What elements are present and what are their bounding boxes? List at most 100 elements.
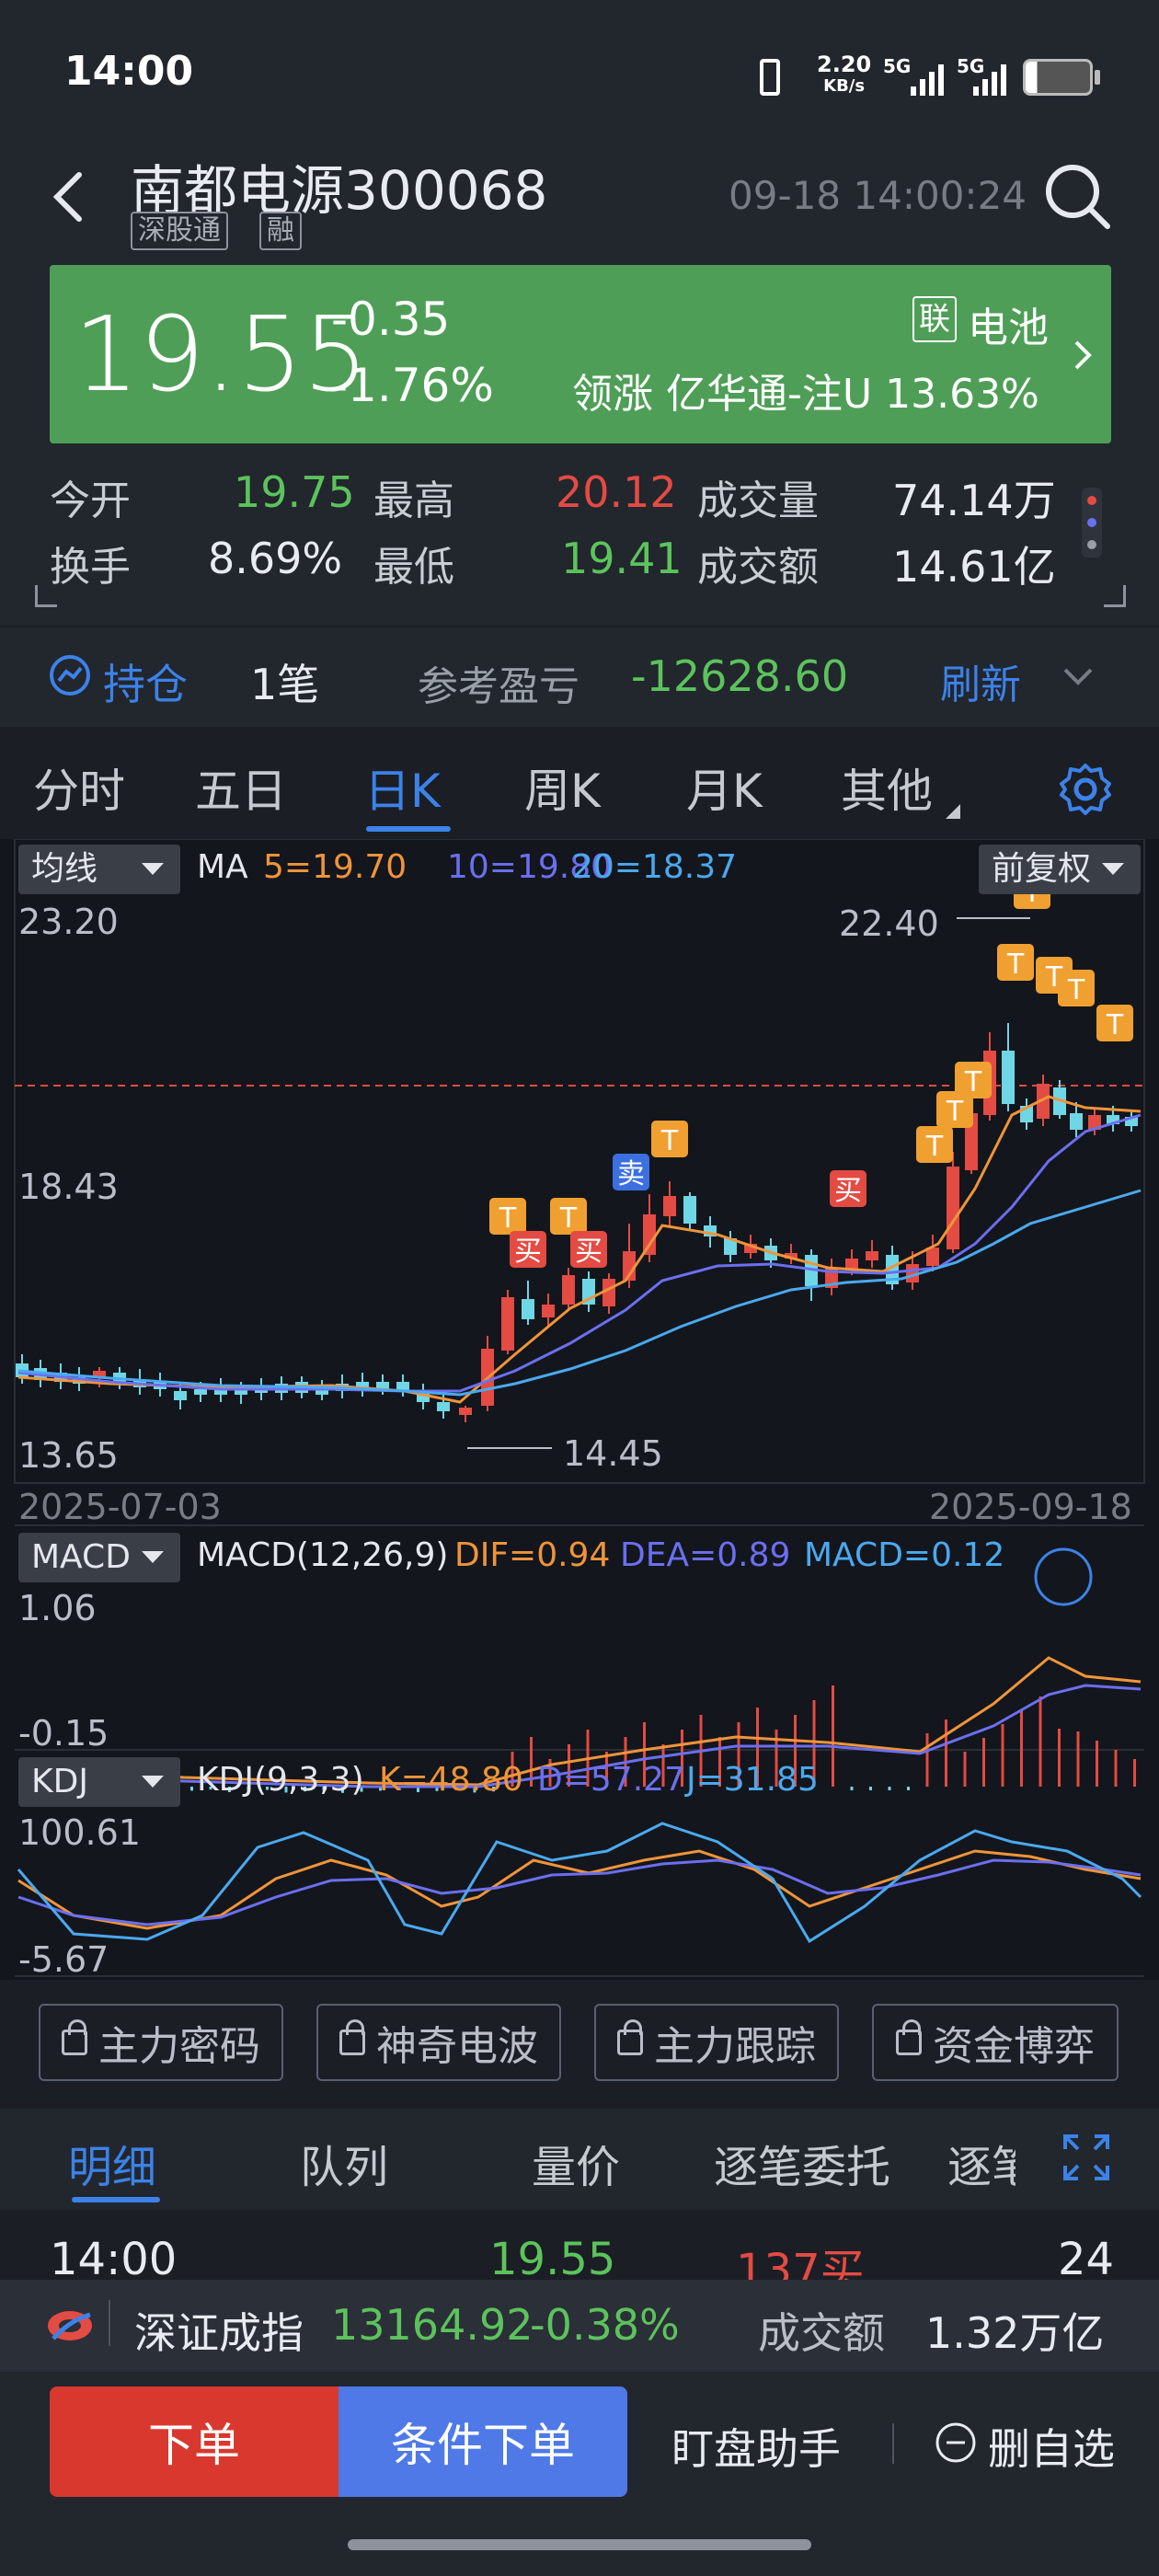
open-label: 今开 bbox=[50, 477, 131, 524]
trade-price: 19.55 bbox=[489, 2234, 616, 2280]
kdj-y-bottom: -5.67 bbox=[18, 1939, 109, 1980]
trade-count: 24 bbox=[1058, 2234, 1115, 2280]
back-icon[interactable] bbox=[50, 169, 86, 224]
tab-order-by-order[interactable]: 逐笔委托 bbox=[714, 2131, 890, 2195]
turnover-value: 8.69% bbox=[208, 534, 343, 583]
tool-fund-game[interactable]: 资金博弈 bbox=[872, 2004, 1119, 2081]
kline-chart[interactable]: TTTTTTTTTTT买买买卖 bbox=[0, 839, 1159, 1980]
price-change-pct: -1.76% bbox=[331, 359, 494, 412]
candle-body bbox=[501, 1297, 514, 1351]
tab-fade bbox=[1012, 2116, 1067, 2208]
ma5-value: 5=19.70 bbox=[263, 848, 407, 886]
macd-y-top: 1.06 bbox=[18, 1588, 97, 1628]
remove-watchlist-button[interactable]: 删自选 bbox=[988, 2416, 1115, 2477]
tab-other[interactable]: 其他 bbox=[841, 754, 933, 821]
y-axis-bottom: 13.65 bbox=[18, 1435, 119, 1476]
date-end: 2025-09-18 bbox=[929, 1487, 1132, 1527]
macd-select[interactable]: MACD bbox=[18, 1533, 180, 1582]
settings-gear-icon[interactable] bbox=[1056, 760, 1115, 819]
adjust-select[interactable]: 前复权 bbox=[979, 845, 1141, 894]
price-change: -0.35 bbox=[331, 293, 451, 346]
macd-dea: DEA=0.89 bbox=[620, 1536, 791, 1574]
trade-mark-buy: 买 bbox=[514, 1236, 542, 1268]
battery-tip bbox=[1095, 70, 1100, 85]
tab-other-corner bbox=[946, 804, 960, 819]
tab-weekly-k[interactable]: 周K bbox=[524, 754, 601, 821]
more-dots-icon[interactable] bbox=[1082, 488, 1102, 558]
tab-monthly-k[interactable]: 月K bbox=[686, 754, 763, 821]
macd-title: MACD(12,26,9) bbox=[197, 1536, 449, 1574]
high-marker-label: 22.40 bbox=[839, 903, 939, 944]
sector-tag: 联 bbox=[912, 296, 957, 342]
kdj-y-top: 100.61 bbox=[18, 1812, 141, 1853]
tool-magic-wave[interactable]: 神奇电波 bbox=[316, 2004, 561, 2081]
minus-circle-icon bbox=[935, 2421, 977, 2464]
index-pct: -0.38% bbox=[530, 2300, 680, 2350]
candle-body bbox=[866, 1251, 878, 1260]
volume-label: 成交量 bbox=[697, 477, 819, 524]
index-name: 深证成指 bbox=[134, 2308, 304, 2358]
conditional-order-button[interactable]: 条件下单 bbox=[339, 2386, 627, 2497]
vibrate-icon bbox=[760, 59, 780, 96]
candle-body bbox=[643, 1214, 656, 1255]
pnl-value: -12628.60 bbox=[631, 651, 849, 701]
chevron-down-icon[interactable] bbox=[1061, 666, 1095, 688]
high-value: 20.12 bbox=[556, 467, 677, 517]
index-amount-label: 成交额 bbox=[758, 2308, 885, 2358]
expand-corner-left bbox=[35, 585, 57, 607]
monitor-assistant-button[interactable]: 盯盘助手 bbox=[671, 2416, 841, 2477]
szse-logo-icon bbox=[44, 2302, 96, 2350]
position-label[interactable]: 持仓 bbox=[103, 651, 188, 712]
clock: 14:00 bbox=[64, 48, 194, 95]
kdj-title: KDJ(9,3,3) bbox=[197, 1761, 364, 1799]
home-indicator[interactable] bbox=[348, 2539, 811, 2550]
ma-select[interactable]: 均线 bbox=[18, 845, 180, 894]
tab-queue[interactable]: 队列 bbox=[300, 2131, 388, 2195]
price-box[interactable]: 19.55 -0.35 -1.76% 联 电池 领涨 亿华通-注U 13.63% bbox=[50, 265, 1111, 443]
order-button[interactable]: 下单 bbox=[50, 2386, 339, 2497]
lock-icon bbox=[896, 2019, 922, 2055]
battery-icon bbox=[1023, 59, 1093, 96]
candle-body bbox=[947, 1167, 959, 1249]
tab-detail[interactable]: 明细 bbox=[68, 2131, 156, 2195]
candle-body bbox=[194, 1389, 207, 1395]
refresh-button[interactable]: 刷新 bbox=[940, 651, 1021, 710]
tag-hk-connect: 深股通 bbox=[131, 212, 228, 250]
trade-mark-t: T bbox=[559, 1202, 578, 1235]
net-type-1: 5G bbox=[883, 55, 912, 77]
trade-time: 14:00 bbox=[50, 2234, 178, 2280]
quote-time: 09-18 14:00:24 bbox=[729, 173, 1027, 218]
candle-body bbox=[1070, 1113, 1083, 1130]
y-axis-top: 23.20 bbox=[18, 902, 119, 942]
pnl-label: 参考盈亏 bbox=[418, 663, 580, 710]
search-icon[interactable] bbox=[1041, 160, 1115, 234]
expand-corner-right bbox=[1104, 585, 1126, 607]
fullscreen-icon[interactable] bbox=[1061, 2133, 1111, 2182]
tag-margin: 融 bbox=[259, 212, 302, 250]
stock-header: 南都电源300068 深股通 融 09-18 14:00:24 bbox=[0, 138, 1159, 276]
lock-icon bbox=[617, 2019, 643, 2055]
candle-body bbox=[542, 1305, 555, 1317]
trade-mark-t: T bbox=[660, 1125, 679, 1157]
tab-five-day[interactable]: 五日 bbox=[195, 754, 287, 821]
position-count: 1笔 bbox=[250, 660, 320, 709]
chevron-right-icon[interactable] bbox=[1069, 337, 1096, 374]
index-value: 13164.92 bbox=[331, 2300, 534, 2350]
candle-body bbox=[562, 1275, 575, 1305]
tab-tick-by-tick[interactable]: 逐笔 bbox=[947, 2131, 1016, 2195]
kdj-d: D=57.27 bbox=[537, 1761, 685, 1799]
tab-intraday[interactable]: 分时 bbox=[33, 754, 125, 821]
kdj-select[interactable]: KDJ bbox=[18, 1757, 180, 1807]
last-price: 19.55 bbox=[74, 295, 369, 415]
tool-main-track[interactable]: 主力跟踪 bbox=[594, 2004, 839, 2081]
net-speed: 2.20 KB/s bbox=[817, 52, 872, 96]
tab-daily-k[interactable]: 日K bbox=[364, 754, 441, 821]
signal-icon-2 bbox=[973, 63, 1010, 96]
divider bbox=[109, 2300, 110, 2346]
turnover-label: 换手 bbox=[50, 544, 131, 591]
amount-value: 14.61亿 bbox=[892, 542, 1056, 592]
high-label: 最高 bbox=[373, 477, 454, 524]
trade-mark-buy: 买 bbox=[575, 1236, 602, 1268]
tab-volume-price[interactable]: 量价 bbox=[532, 2131, 620, 2195]
tool-main-code[interactable]: 主力密码 bbox=[39, 2004, 283, 2081]
